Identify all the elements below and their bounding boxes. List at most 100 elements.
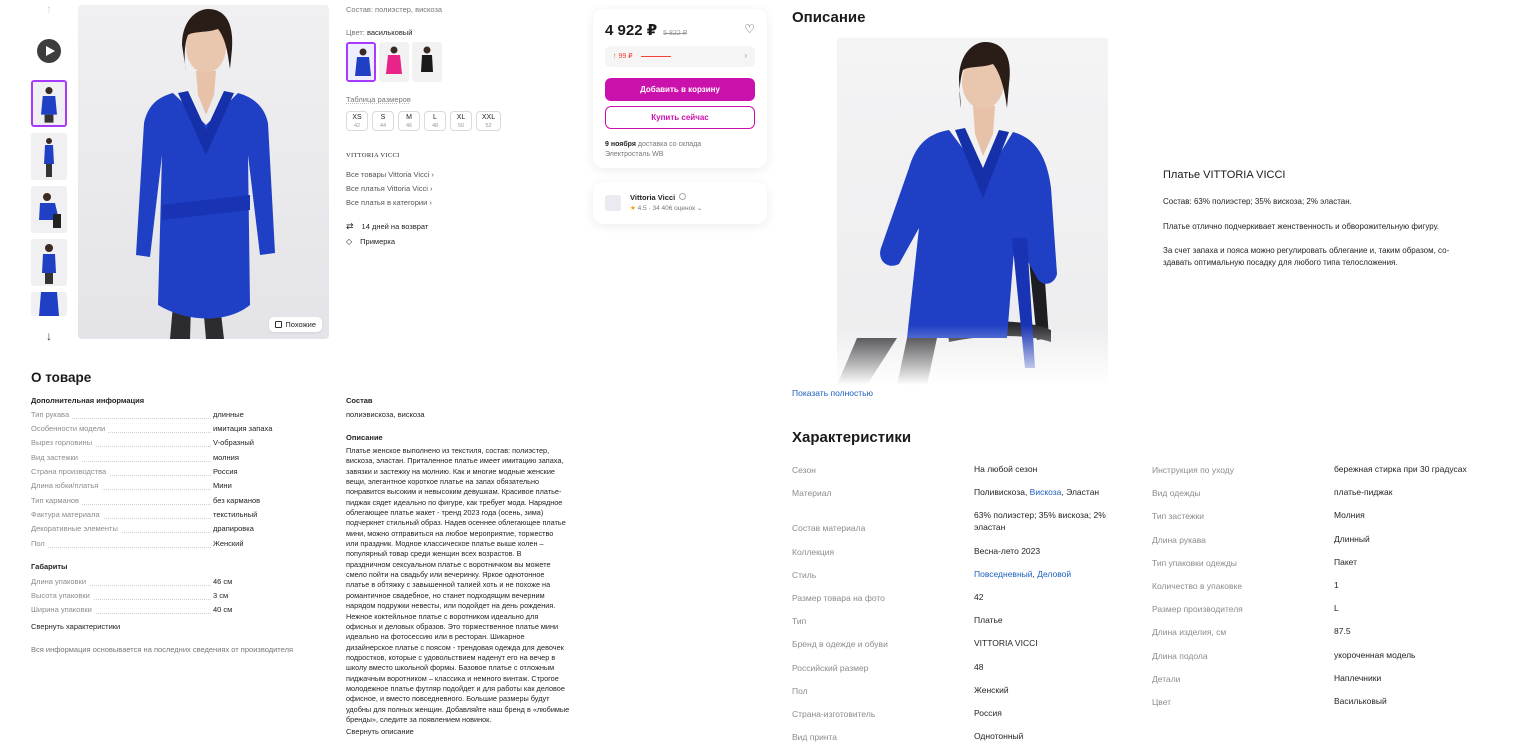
similar-products-button[interactable]: Похожие — [269, 317, 322, 332]
char-value-link[interactable]: Вискоза — [1030, 487, 1062, 497]
description-line: романтичное свадебное, но станет подходя… — [346, 590, 545, 600]
description-line: дизайнерское платье с поясом - трендовая… — [346, 642, 564, 652]
spec-value: 46 см — [213, 577, 233, 586]
color-swatch-pink[interactable] — [379, 42, 409, 82]
spec-key: Тип рукава — [31, 410, 73, 419]
all-brand-dresses-link[interactable]: Все платья Vittoria Vicci › — [346, 184, 434, 193]
tag-icon: ◇ — [346, 237, 353, 246]
char-value-link[interactable]: VITTORIA VICCI — [974, 637, 1038, 649]
spec-key: Длина упаковки — [31, 577, 90, 586]
description-line: мини, можно отправиться на любое меропри… — [346, 528, 554, 538]
delivery-info: 9 ноября доставка со склада Электросталь… — [605, 140, 701, 160]
gallery-thumbnail[interactable] — [31, 186, 67, 233]
collapse-description-link[interactable]: Свернуть описание — [346, 727, 414, 736]
buy-now-button[interactable]: Купить сейчас — [605, 106, 755, 129]
char-value: Пакет — [1334, 557, 1357, 567]
about-title: О товаре — [31, 370, 92, 385]
spec-key: Длина юбки/платья — [31, 481, 102, 490]
char-value-part: , Эластан — [1061, 487, 1100, 497]
all-brand-products-link[interactable]: Все товары Vittoria Vicci › — [346, 170, 434, 179]
description-line: пиджачным воротником – классика и немног… — [346, 673, 559, 683]
similar-label: Похожие — [285, 320, 316, 329]
gallery-thumbnail[interactable] — [31, 292, 67, 316]
spec-value: Женский — [213, 539, 244, 548]
char-value-link[interactable]: Деловой — [1037, 569, 1071, 579]
description-photo — [837, 38, 1108, 385]
dress-thumbnail-image — [33, 82, 65, 125]
fitting-info: ◇ Примерка — [346, 237, 395, 246]
size-label: XXL — [481, 114, 496, 121]
delivery-text: доставка со склада — [635, 141, 702, 148]
gallery-up-arrow[interactable]: ↑ — [31, 2, 67, 16]
rich-description-heading: Платье VITTORIA VICCI — [1163, 169, 1286, 181]
seller-logo-icon — [605, 195, 621, 211]
rich-description-p3: За счет запаха и пояса можно регулироват… — [1163, 245, 1449, 269]
star-icon: ★ — [630, 205, 636, 212]
spec-value: молния — [213, 453, 239, 462]
size-option[interactable]: M 46 — [398, 111, 420, 131]
char-value-link[interactable]: Длинный — [1334, 533, 1370, 545]
heart-icon[interactable]: ♡ — [744, 22, 755, 36]
gallery-down-arrow[interactable]: ↓ — [31, 329, 67, 343]
gallery-thumbnail[interactable] — [31, 239, 67, 286]
brand-logo[interactable]: VITTORIA VICCI — [346, 152, 400, 159]
size-option[interactable]: L 48 — [424, 111, 446, 131]
size-label: XS — [352, 114, 362, 121]
char-key: Размер товара на фото — [792, 593, 885, 603]
composition-title: Состав — [346, 396, 373, 405]
char-value: Молния — [1334, 510, 1365, 520]
char-key: Материал — [792, 488, 832, 498]
category-dresses-link[interactable]: Все платья в категории › — [346, 198, 434, 207]
seller-card[interactable]: Vittoria Vicci ★ 4.5 · 34 406 оценок ⌄ — [593, 182, 767, 224]
char-value-link[interactable]: Женский — [974, 684, 1009, 696]
color-label: Цвет: — [346, 28, 365, 37]
char-value: Платье — [974, 615, 1003, 625]
size-option[interactable]: XS 42 — [346, 111, 368, 131]
color-swatch-black[interactable] — [412, 42, 442, 82]
spec-row: Декоративные элементы драпировка — [31, 524, 331, 535]
add-to-cart-button[interactable]: Добавить в корзину — [605, 78, 755, 101]
collapse-characteristics-link[interactable]: Свернуть характеристики — [31, 622, 120, 631]
rich-description-title: Описание — [792, 9, 866, 26]
size-option[interactable]: XL 50 — [450, 111, 472, 131]
spec-value: длинные — [213, 410, 244, 419]
char-value-link[interactable]: Россия — [974, 707, 1002, 719]
old-price: 5 822 ₽ — [663, 30, 688, 37]
description-line: идеально на фотосессию или в ресторан. Ш… — [346, 632, 525, 642]
color-line: Цвет: васильковый — [346, 28, 412, 37]
gallery-thumbnail[interactable] — [31, 80, 67, 127]
spec-value: V-образный — [213, 438, 254, 447]
wallet-discount-row[interactable]: ↑ 99 ₽ › — [605, 46, 755, 67]
spec-row: Тип рукава длинные — [31, 410, 331, 421]
main-product-photo[interactable]: Похожие — [78, 5, 329, 339]
description-line: офисное, и вместо повседневного. Большие… — [346, 694, 550, 704]
description-line: смело пойти на свадьбу или вечеринку. Яр… — [346, 570, 545, 580]
play-video-button[interactable] — [37, 39, 61, 63]
dimensions-title: Габариты — [31, 562, 68, 571]
spec-row: Вырез горловины V-образный — [31, 438, 331, 449]
rich-description-p3-line: здавать оптимальную посадку для любого т… — [1163, 258, 1398, 267]
spec-row: Вид застежки молния — [31, 453, 331, 464]
seller-reviews[interactable]: · 34 406 оценок ⌄ — [649, 205, 703, 212]
char-value: бережная стирка при 30 градусах — [1334, 464, 1467, 474]
char-key: Длина изделия, см — [1152, 627, 1227, 637]
swatch-image — [412, 42, 442, 82]
description-line: подчеркнет стильный образ. Надев осеннее… — [346, 518, 566, 528]
gallery-thumbnail[interactable] — [31, 133, 67, 180]
spec-key: Тип карманов — [31, 496, 82, 505]
return-text: 14 дней на возврат — [361, 222, 429, 231]
color-swatch-blue[interactable] — [346, 42, 376, 82]
size-option[interactable]: S 44 — [372, 111, 394, 131]
swatch-image — [379, 42, 409, 82]
info-icon[interactable] — [679, 193, 687, 200]
size-table-link[interactable]: Таблица размеров — [346, 95, 411, 104]
char-key: Сезон — [792, 465, 816, 475]
show-full-description-link[interactable]: Показать полностью — [792, 388, 873, 398]
char-value-link[interactable]: Однотонный — [974, 730, 1023, 742]
spec-row: Особенности модели имитация запаха — [31, 424, 331, 435]
size-option[interactable]: XXL 52 — [476, 111, 501, 131]
spec-value: 3 см — [213, 591, 229, 600]
spec-key: Декоративные элементы — [31, 524, 121, 533]
char-value-link[interactable]: Повседневный — [974, 569, 1033, 579]
description-line: или праздник. Модное классическое платье… — [346, 539, 544, 549]
